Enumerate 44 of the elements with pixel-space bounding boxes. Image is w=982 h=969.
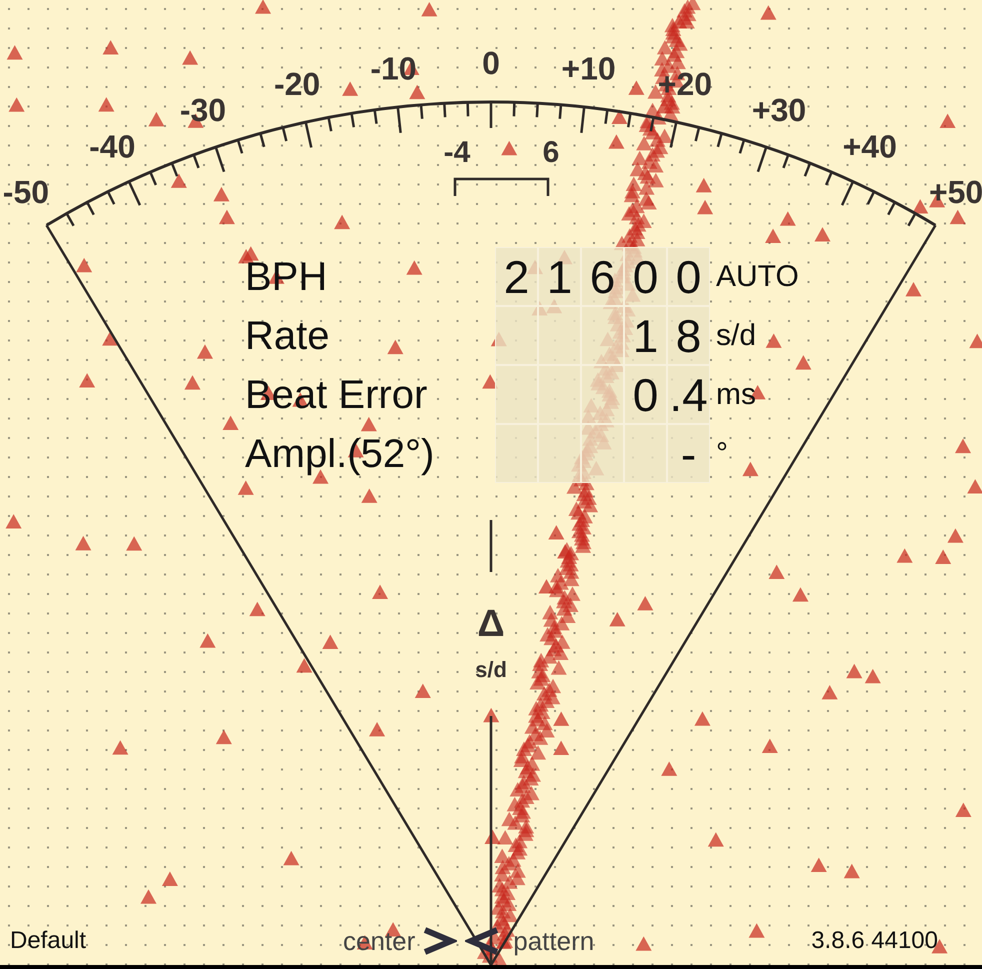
scale-label: -50	[2, 174, 50, 210]
readout-label: Ampl.(52°)	[245, 434, 436, 474]
scale-label: -30	[180, 92, 226, 128]
readout-digit: 6	[581, 247, 624, 306]
empty-digit-cell	[581, 365, 624, 424]
delta-symbol: Δ	[477, 603, 505, 645]
empty-digit-cell	[624, 424, 667, 483]
empty-digit-cell	[495, 306, 538, 365]
scale-label: 0	[482, 45, 500, 81]
readout-digit: 1	[538, 247, 581, 306]
empty-digit-cell	[495, 424, 538, 483]
scale-label: -10	[370, 50, 417, 86]
pattern-button[interactable]: pattern	[513, 928, 594, 954]
readout-unit: s/d	[716, 320, 756, 350]
readout-unit: AUTO	[716, 262, 799, 292]
scale-label: -4	[444, 136, 470, 169]
version-label: 3.8.6 44100	[811, 926, 938, 956]
readout-digit: 0	[667, 247, 710, 306]
scale-label: +50	[928, 174, 982, 210]
scale-label: +40	[842, 128, 897, 164]
scale-label: +10	[561, 50, 616, 86]
scale-label: -20	[274, 66, 320, 102]
empty-digit-cell	[581, 306, 624, 365]
readout-digit: 0	[624, 247, 667, 306]
scale-label: +30	[752, 92, 806, 128]
empty-digit-cell	[538, 424, 581, 483]
scale-label: -40	[89, 128, 136, 164]
readout-unit: ms	[716, 380, 756, 410]
readout-digit: 0	[624, 365, 667, 424]
readout-digit: 2	[495, 247, 538, 306]
readout-digit: .4	[667, 365, 710, 424]
delta-unit: s/d	[475, 657, 507, 682]
readout-label: Rate	[245, 316, 330, 356]
empty-digit-cell	[538, 306, 581, 365]
readout-digit: 8	[667, 306, 710, 365]
readout-unit: °	[716, 438, 728, 468]
empty-digit-cell	[538, 365, 581, 424]
empty-digit-cell	[581, 424, 624, 483]
readout-digit: 1	[624, 306, 667, 365]
scale-label: 6	[542, 136, 560, 169]
readout-digit: -	[667, 424, 710, 483]
empty-digit-cell	[495, 365, 538, 424]
profile-label[interactable]: Default	[10, 923, 86, 959]
readout-label: BPH	[245, 256, 328, 296]
